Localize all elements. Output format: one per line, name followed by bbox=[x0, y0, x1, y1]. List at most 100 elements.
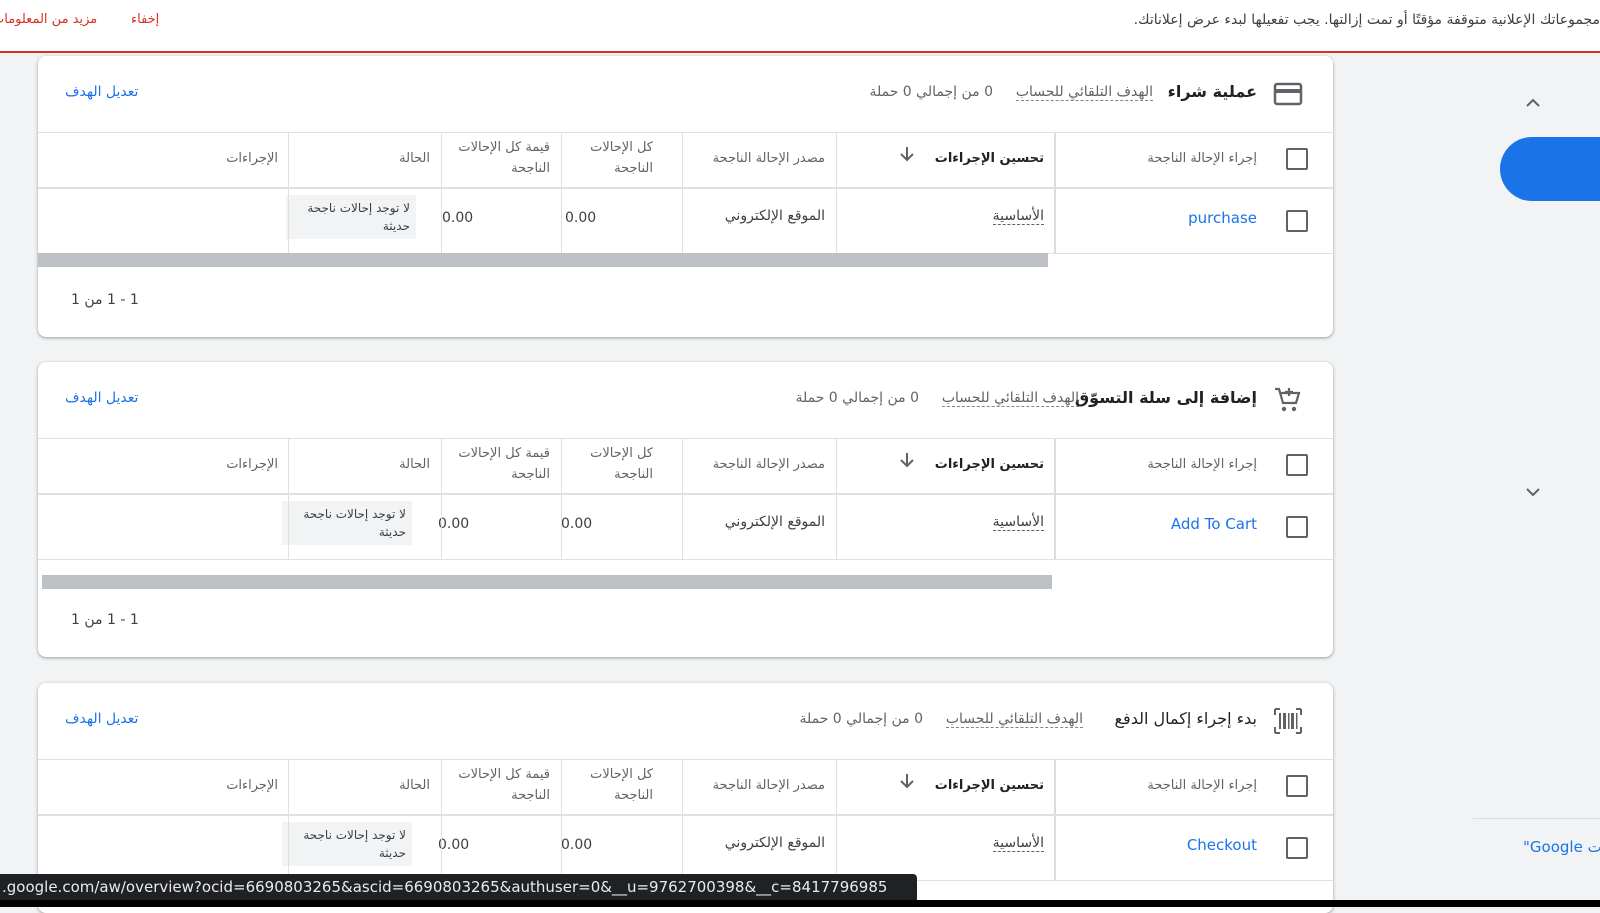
col-all-conversions[interactable]: كل الإحالات الناجحة bbox=[563, 137, 653, 179]
column-divider bbox=[836, 816, 837, 880]
chevron-down-icon[interactable] bbox=[1521, 480, 1545, 504]
table-row: purchase الأساسية الموقع الإلكتروني 0.00… bbox=[38, 189, 1333, 254]
column-divider bbox=[836, 133, 837, 187]
column-divider bbox=[288, 760, 289, 814]
notification-banner: مجموعاتك الإعلانية متوقفة مؤقتًا أو تمت … bbox=[0, 0, 1600, 53]
card-header: عملية شراء الهدف التلقائي للحساب 0 من إج… bbox=[38, 56, 1333, 133]
col-action[interactable]: إجراء الإحالة الناجحة bbox=[1107, 454, 1257, 475]
column-divider bbox=[836, 189, 837, 253]
column-divider bbox=[288, 133, 289, 187]
col-all-conversions-value[interactable]: قيمة كل الإحالات الناجحة bbox=[442, 443, 550, 485]
column-divider bbox=[441, 133, 442, 187]
col-actions: الإجراءات bbox=[226, 151, 278, 166]
edit-goal-link[interactable]: تعديل الهدف bbox=[65, 390, 138, 406]
col-optimization[interactable]: تحسين الإجراءات bbox=[924, 454, 1044, 475]
horizontal-scrollbar[interactable] bbox=[38, 253, 1048, 267]
campaign-count: 0 من إجمالي 0 حملة bbox=[869, 84, 993, 100]
column-divider bbox=[1054, 189, 1056, 253]
column-divider bbox=[1054, 495, 1056, 559]
column-divider bbox=[1054, 133, 1056, 187]
col-source[interactable]: مصدر الإحالة الناجحة bbox=[695, 454, 825, 475]
col-actions: الإجراءات bbox=[226, 457, 278, 472]
all-conversions-value-amount: 0.00 bbox=[442, 210, 474, 226]
horizontal-scrollbar[interactable] bbox=[42, 575, 1052, 589]
conversion-action-link[interactable]: Add To Cart bbox=[1171, 515, 1257, 533]
goal-card-purchase: عملية شراء الهدف التلقائي للحساب 0 من إج… bbox=[38, 56, 1333, 337]
barcode-icon bbox=[1273, 707, 1303, 735]
column-divider bbox=[288, 816, 289, 880]
col-source[interactable]: مصدر الإحالة الناجحة bbox=[695, 148, 825, 169]
conversion-action-link[interactable]: purchase bbox=[1188, 209, 1257, 227]
column-divider bbox=[561, 495, 562, 559]
column-divider bbox=[682, 189, 683, 253]
column-divider bbox=[682, 439, 683, 493]
card-header: بدء إجراء إكمال الدفع الهدف التلقائي للح… bbox=[38, 683, 1333, 760]
add-shopping-cart-icon bbox=[1273, 386, 1303, 414]
goal-card-add-to-cart: إضافة إلى سلة التسوّق الهدف التلقائي للح… bbox=[38, 362, 1333, 657]
optimization-value[interactable]: الأساسية bbox=[992, 514, 1044, 531]
column-divider bbox=[441, 495, 442, 559]
pagination-label: 1 - 1 من 1 bbox=[71, 292, 139, 308]
goal-title: عملية شراء bbox=[1167, 82, 1257, 101]
col-status[interactable]: الحالة bbox=[350, 775, 430, 796]
rail-link[interactable]: "Google ت bbox=[1523, 838, 1600, 856]
column-divider bbox=[1054, 816, 1056, 880]
column-divider bbox=[682, 133, 683, 187]
select-all-checkbox[interactable] bbox=[1286, 148, 1308, 170]
column-divider bbox=[288, 495, 289, 559]
column-divider bbox=[682, 816, 683, 880]
column-divider bbox=[561, 816, 562, 880]
col-all-conversions[interactable]: كل الإحالات الناجحة bbox=[563, 443, 653, 485]
col-optimization[interactable]: تحسين الإجراءات bbox=[924, 148, 1044, 169]
goal-source[interactable]: الهدف التلقائي للحساب bbox=[941, 390, 1079, 407]
learn-more-link[interactable]: مزيد من المعلومات bbox=[0, 12, 97, 27]
row-checkbox[interactable] bbox=[1286, 837, 1308, 859]
sort-arrow-icon[interactable] bbox=[900, 146, 914, 166]
optimization-value[interactable]: الأساسية bbox=[992, 835, 1044, 852]
row-checkbox[interactable] bbox=[1286, 516, 1308, 538]
col-all-conversions-value[interactable]: قيمة كل الإحالات الناجحة bbox=[442, 137, 550, 179]
col-status[interactable]: الحالة bbox=[350, 454, 430, 475]
col-action[interactable]: إجراء الإحالة الناجحة bbox=[1107, 148, 1257, 169]
column-divider bbox=[288, 189, 289, 253]
optimization-value[interactable]: الأساسية bbox=[992, 208, 1044, 225]
column-divider bbox=[682, 495, 683, 559]
col-status[interactable]: الحالة bbox=[350, 148, 430, 169]
chevron-up-icon[interactable] bbox=[1521, 91, 1545, 115]
table-row: Checkout الأساسية الموقع الإلكتروني 0.00… bbox=[38, 816, 1333, 881]
edit-goal-link[interactable]: تعديل الهدف bbox=[65, 711, 138, 727]
column-divider bbox=[441, 816, 442, 880]
column-divider bbox=[441, 439, 442, 493]
all-conversions-value: 0.00 bbox=[561, 516, 593, 532]
goal-title: بدء إجراء إكمال الدفع bbox=[1114, 709, 1257, 728]
all-conversions-value-amount: 0.00 bbox=[438, 516, 470, 532]
source-value: الموقع الإلكتروني bbox=[724, 514, 825, 530]
sort-arrow-icon[interactable] bbox=[900, 773, 914, 793]
hide-banner-link[interactable]: إخفاء bbox=[131, 12, 159, 27]
table-header: إجراء الإحالة الناجحة تحسين الإجراءات مص… bbox=[38, 133, 1333, 189]
table-row: Add To Cart الأساسية الموقع الإلكتروني 0… bbox=[38, 495, 1333, 560]
col-optimization[interactable]: تحسين الإجراءات bbox=[924, 775, 1044, 796]
select-all-checkbox[interactable] bbox=[1286, 454, 1308, 476]
row-checkbox[interactable] bbox=[1286, 210, 1308, 232]
edit-goal-link[interactable]: تعديل الهدف bbox=[65, 84, 138, 100]
bottom-edge bbox=[0, 900, 1600, 907]
table-header: إجراء الإحالة الناجحة تحسين الإجراءات مص… bbox=[38, 439, 1333, 495]
conversion-action-link[interactable]: Checkout bbox=[1187, 836, 1257, 854]
primary-action-button[interactable] bbox=[1500, 137, 1600, 201]
sort-arrow-icon[interactable] bbox=[900, 452, 914, 472]
pagination-label: 1 - 1 من 1 bbox=[71, 612, 139, 628]
column-divider bbox=[682, 760, 683, 814]
col-all-conversions-value[interactable]: قيمة كل الإحالات الناجحة bbox=[442, 764, 550, 806]
select-all-checkbox[interactable] bbox=[1286, 775, 1308, 797]
column-divider bbox=[836, 495, 837, 559]
campaign-count: 0 من إجمالي 0 حملة bbox=[795, 390, 919, 406]
banner-message: مجموعاتك الإعلانية متوقفة مؤقتًا أو تمت … bbox=[1133, 12, 1600, 28]
col-all-conversions[interactable]: كل الإحالات الناجحة bbox=[563, 764, 653, 806]
col-source[interactable]: مصدر الإحالة الناجحة bbox=[695, 775, 825, 796]
col-action[interactable]: إجراء الإحالة الناجحة bbox=[1107, 775, 1257, 796]
status-badge: لا توجد إحالات ناجحة حديثة bbox=[282, 501, 412, 545]
goal-source[interactable]: الهدف التلقائي للحساب bbox=[1015, 84, 1153, 101]
credit-card-icon bbox=[1273, 80, 1303, 108]
goal-source[interactable]: الهدف التلقائي للحساب bbox=[945, 711, 1083, 728]
